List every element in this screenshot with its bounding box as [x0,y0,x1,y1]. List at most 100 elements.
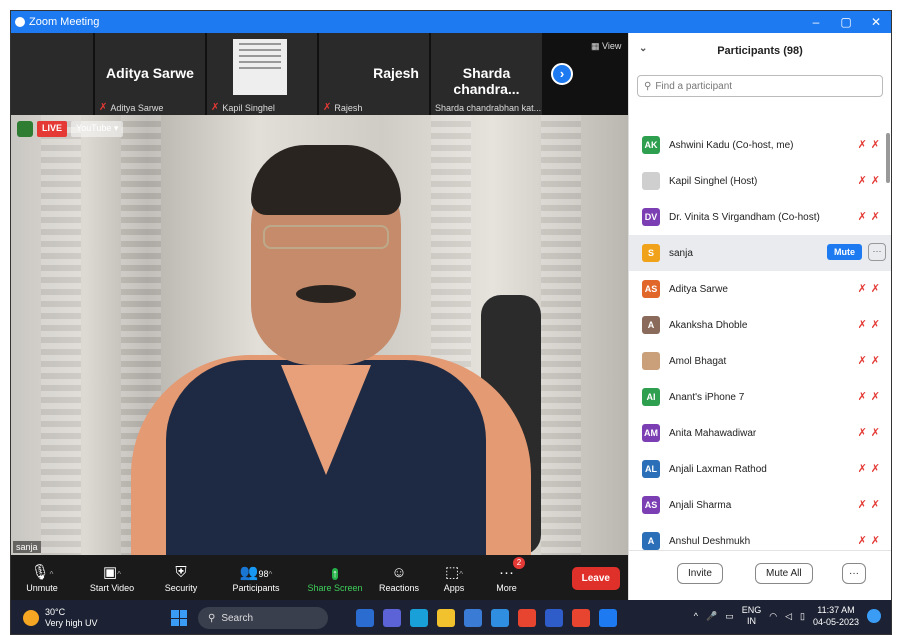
self-view-name: sanja [13,541,41,553]
participant-more-button[interactable]: ··· [868,243,886,261]
wifi-icon[interactable]: ◠ [769,611,777,622]
weather-widget[interactable]: 30°C Very high UV [11,607,161,629]
zoom-taskbar-icon[interactable] [599,609,617,627]
mic-video-muted-icon: ✗✗ [857,535,884,547]
chrome-profile-icon[interactable] [572,609,590,627]
avatar: S [642,244,660,262]
view-button[interactable]: ▦ View [591,41,621,52]
windows-start-icon[interactable] [171,610,187,626]
zoom-logo-icon [15,17,25,27]
tray-chevron-icon[interactable]: ^ [694,611,698,621]
share-screen-button[interactable]: ↑ Share Screen [301,555,369,600]
volume-icon[interactable]: ◁ [785,611,792,622]
mic-video-muted-icon: ✗✗ [857,283,884,295]
participant-name: Anshul Deshmukh [669,535,751,547]
more-button[interactable]: ··· 2 More [479,555,534,600]
language-indicator[interactable]: ENG IN [742,605,762,627]
strip-tile[interactable]: Aditya Sarwe ✗ Aditya Sarwe [95,33,207,115]
next-page-arrow-icon[interactable]: › [551,63,573,85]
strip-tile[interactable] [11,33,95,115]
telegram-icon[interactable] [491,609,509,627]
mic-muted-icon: 🎙^ [30,563,54,581]
mic-muted-icon: ✗ [99,102,108,113]
avatar: A [642,316,660,334]
tile-label: ✗ Rajesh [323,102,363,113]
store-icon[interactable] [464,609,482,627]
youtube-badge[interactable]: YouTube ▾ [71,121,124,137]
minimize-button[interactable]: – [801,11,831,33]
participant-row[interactable]: DV Dr. Vinita S Virgandham (Co-host) ✗✗ [629,199,891,235]
strip-tile[interactable]: Sharda chandra... Sharda chandrabhan kat… [431,33,544,115]
taskbar-search[interactable]: ⚲ Search [198,607,328,629]
meeting-toolbar: 🎙^ Unmute ▣^ Start Video ⛨ Security 👥98^… [11,555,628,600]
edge-icon[interactable] [410,609,428,627]
window-title: Zoom Meeting [29,16,100,28]
participant-row[interactable]: A Akanksha Dhoble ✗✗ [629,307,891,343]
system-tray: ^ 🎤 ▭ ENG IN ◠ ◁ ▯ 11:37 AM 04-05-2023 [694,604,881,628]
strip-tile[interactable]: Rajesh ✗ Rajesh [319,33,431,115]
tile-label: ✗ Kapil Singhel [211,102,275,113]
active-speaker-video: LIVE YouTube ▾ sanja [11,115,628,555]
participant-search-input[interactable]: ⚲ Find a participant [637,75,883,97]
avatar: AS [642,280,660,298]
close-button[interactable]: ✕ [861,11,891,33]
participant-row[interactable]: AL Anjali Laxman Rathod ✗✗ [629,451,891,487]
participant-row[interactable]: Ssanja Mute ··· [629,235,891,271]
security-button[interactable]: ⛨ Security [151,555,211,600]
app-icon[interactable] [545,609,563,627]
maximize-button[interactable]: ▢ [831,11,861,33]
tile-label: Sharda chandrabhan kat... [435,103,542,113]
live-badge[interactable]: LIVE [37,121,68,137]
chrome-icon[interactable] [518,609,536,627]
participant-row[interactable]: AS Aditya Sarwe ✗✗ [629,271,891,307]
invite-button[interactable]: Invite [677,563,723,584]
security-shield-icon [17,121,33,137]
file-explorer-icon[interactable] [437,609,455,627]
notification-icon[interactable] [867,609,881,623]
panel-title: Participants (98) [717,45,803,57]
participant-name: Akanksha Dhoble [669,319,748,331]
avatar: DV [642,208,660,226]
avatar: A [642,532,660,550]
unmute-button[interactable]: 🎙^ Unmute [11,555,73,600]
participant-name: Anjali Laxman Rathod [669,463,767,475]
word-icon[interactable] [356,609,374,627]
collapse-chevron-icon[interactable]: ⌄ [639,43,647,54]
participant-name: Dr. Vinita S Virgandham (Co-host) [669,211,820,223]
participant-strip: Aditya Sarwe ✗ Aditya Sarwe ✗ Kapil Singhe… [11,33,628,115]
participant-row[interactable]: Kapil Singhel (Host) ✗✗ [629,163,891,199]
reactions-button[interactable]: ☺ Reactions [369,555,429,600]
tile-name: Sharda chandra... [453,65,520,97]
stream-badges: LIVE YouTube ▾ [17,121,124,137]
strip-tile[interactable]: ✗ Kapil Singhel [207,33,319,115]
participant-row[interactable]: Amol Bhagat ✗✗ [629,343,891,379]
leave-button[interactable]: Leave [571,567,620,590]
mic-video-muted-icon: ✗✗ [857,139,884,151]
participant-row[interactable]: AI Anant's iPhone 7 ✗✗ [629,379,891,415]
start-video-button[interactable]: ▣^ Start Video [73,555,151,600]
search-icon: ⚲ [644,80,652,92]
apps-button[interactable]: ⬚^ Apps [429,555,479,600]
participant-row[interactable]: AS Anjali Sharma ✗✗ [629,487,891,523]
zoom-window: Zoom Meeting – ▢ ✕ Aditya Sarwe ✗ Aditya … [10,10,892,635]
mic-video-muted-icon: ✗✗ [857,175,884,187]
participant-list: AK Ashwini Kadu (Co-host, me) ✗✗ Kapil Sing… [629,127,891,559]
participant-row[interactable]: AK Ashwini Kadu (Co-host, me) ✗✗ [629,127,891,163]
battery-icon[interactable]: ▯ [800,611,805,622]
shield-icon: ⛨ [175,563,187,581]
participant-row[interactable]: AM Anita Mahawadiwar ✗✗ [629,415,891,451]
participants-button[interactable]: 👥98^ Participants [211,555,301,600]
microphone-icon[interactable]: 🎤 [706,611,717,622]
mute-button[interactable]: Mute [827,244,862,260]
panel-header: ⌄ Participants (98) [629,33,891,69]
teams-icon[interactable] [383,609,401,627]
avatar: AK [642,136,660,154]
mic-video-muted-icon: ✗✗ [857,355,884,367]
mic-video-muted-icon: ✗✗ [857,463,884,475]
participants-panel: ⌄ Participants (98) ⚲ Find a participant… [628,33,891,600]
clock[interactable]: 11:37 AM 04-05-2023 [813,604,859,628]
meeting-area: Aditya Sarwe ✗ Aditya Sarwe ✗ Kapil Singhe… [11,33,628,600]
keyboard-icon[interactable]: ▭ [725,611,734,622]
panel-more-button[interactable]: ··· [842,563,866,584]
mute-all-button[interactable]: Mute All [755,563,813,584]
